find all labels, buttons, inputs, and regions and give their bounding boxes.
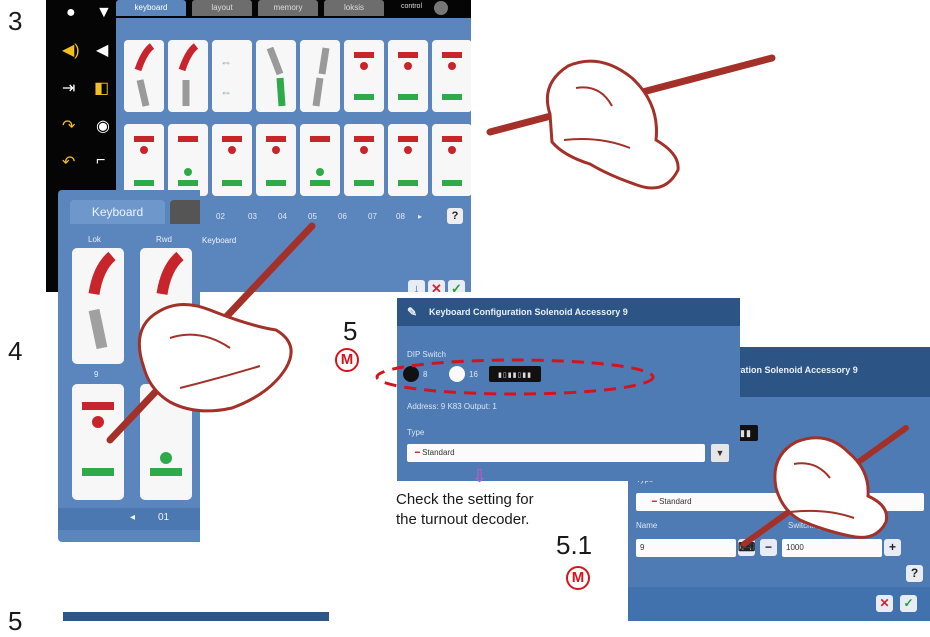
signal-tile-9[interactable] bbox=[124, 124, 164, 196]
step-number-3: 3 bbox=[8, 6, 23, 36]
turnout-tile-1[interactable] bbox=[124, 40, 164, 112]
type-select[interactable]: ━ Standard ▼ bbox=[407, 444, 729, 462]
step-number-5: 5 bbox=[343, 316, 358, 346]
hand-pen-icon bbox=[486, 54, 776, 190]
svg-text:⇔: ⇔ bbox=[220, 85, 232, 99]
whistle-icon[interactable]: ↷ bbox=[62, 116, 75, 136]
label-lok: Lok bbox=[88, 235, 101, 244]
horn-icon[interactable]: ⇥ bbox=[62, 78, 75, 98]
headlight-icon[interactable]: ◧ bbox=[94, 78, 109, 98]
m-button-badge-5: M bbox=[335, 348, 359, 372]
cancel-button[interactable]: ✕ bbox=[428, 280, 445, 292]
decoupler-tile-3[interactable]: ⇔ ⇔ bbox=[212, 40, 252, 112]
signal-tile-15[interactable] bbox=[388, 124, 428, 196]
signal-tile-13[interactable] bbox=[300, 124, 340, 196]
speaker-icon[interactable]: ◀ bbox=[96, 40, 108, 60]
signal-tile-11[interactable] bbox=[212, 124, 252, 196]
down-arrow-button[interactable]: ↓ bbox=[408, 280, 425, 292]
turnout-tile-4[interactable] bbox=[256, 40, 296, 112]
page-08[interactable]: 08 bbox=[396, 212, 405, 221]
prev-page-arrow-icon[interactable]: ◂ bbox=[130, 512, 135, 523]
dialog-title: Keyboard Configuration Solenoid Accessor… bbox=[429, 307, 628, 317]
page-number[interactable]: 01 bbox=[158, 512, 169, 523]
signal-tile-16[interactable] bbox=[432, 124, 471, 196]
type-value: Standard bbox=[422, 448, 455, 457]
svg-text:⇔: ⇔ bbox=[220, 55, 232, 69]
hand-pen-icon-3 bbox=[741, 425, 909, 547]
dialog-title: guration Solenoid Accessory 9 bbox=[726, 365, 858, 375]
step-number-6: 5 bbox=[8, 606, 23, 636]
instruction-note: Check the setting for the turnout decode… bbox=[396, 491, 534, 528]
coupler-icon[interactable]: ⌐ bbox=[96, 152, 105, 170]
page-07[interactable]: 07 bbox=[368, 212, 377, 221]
signal-tile-7[interactable] bbox=[388, 40, 428, 112]
light-icon[interactable]: ● bbox=[66, 4, 76, 22]
dropdown-arrow-icon[interactable]: ▼ bbox=[711, 444, 729, 462]
help-button[interactable]: ? bbox=[906, 565, 923, 582]
down-arrow-icon[interactable]: ▼ bbox=[96, 4, 112, 22]
step-number-5-1: 5.1 bbox=[556, 530, 593, 560]
next-page-arrow-icon[interactable]: ▸ bbox=[418, 212, 422, 221]
wrench-icon: ✎ bbox=[407, 305, 418, 319]
confirm-button[interactable]: ✓ bbox=[448, 280, 465, 292]
turnout-tile-2[interactable] bbox=[168, 40, 208, 112]
action-buttons: ↓ ✕ ✓ bbox=[405, 280, 465, 292]
turnout-tile-5[interactable] bbox=[300, 40, 340, 112]
page-bar: ◂ 01 bbox=[58, 508, 200, 530]
cancel-button[interactable]: ✕ bbox=[876, 595, 893, 612]
signal-tile-14[interactable] bbox=[344, 124, 384, 196]
signal-tile-12[interactable] bbox=[256, 124, 296, 196]
return-icon[interactable]: ↶ bbox=[62, 152, 75, 172]
name-input[interactable]: 9 bbox=[636, 539, 736, 557]
signal-tile-8[interactable] bbox=[432, 40, 471, 112]
control-knob-icon[interactable] bbox=[434, 1, 448, 15]
signal-mini-icon: ━ bbox=[415, 448, 420, 457]
name-label: Name bbox=[636, 521, 658, 530]
dip-highlight-ellipse bbox=[375, 358, 655, 396]
signal-mini-icon: ━ bbox=[652, 497, 657, 506]
sound-icon[interactable]: ◀) bbox=[62, 40, 80, 60]
label-nine: 9 bbox=[94, 370, 99, 379]
tab-memory[interactable]: memory bbox=[258, 0, 318, 16]
help-button[interactable]: ? bbox=[447, 208, 463, 224]
m-button-badge-5-1: M bbox=[566, 566, 590, 590]
tab-layout[interactable]: layout bbox=[192, 0, 252, 16]
screen-5-partial bbox=[63, 612, 329, 621]
control-label: control bbox=[401, 3, 423, 10]
hand-pen-icon-2 bbox=[106, 222, 316, 444]
page-06[interactable]: 06 bbox=[338, 212, 347, 221]
dialog-footer: ✕ ✓ bbox=[628, 587, 930, 621]
down-arrow-icon: ⇩ bbox=[472, 466, 488, 486]
tab-row: keyboard layout memory loksis control bbox=[116, 0, 471, 18]
tab-loksis[interactable]: loksis bbox=[324, 0, 384, 16]
type-label: Type bbox=[407, 428, 425, 437]
address-readout: Address: 9 K83 Output: 1 bbox=[407, 402, 497, 411]
step-number-4: 4 bbox=[8, 336, 23, 366]
eye-icon[interactable]: ◉ bbox=[96, 116, 110, 136]
tab-keyboard[interactable]: keyboard bbox=[116, 0, 186, 16]
function-icon-bar: ● ▼ ◀) ◀ ⇥ ◧ ↷ ◉ ↶ ⌐ bbox=[46, 0, 116, 200]
signal-tile-10[interactable] bbox=[168, 124, 208, 196]
dialog-header: ✎ Keyboard Configuration Solenoid Access… bbox=[397, 298, 740, 326]
type-value: Standard bbox=[659, 497, 692, 506]
signal-tile-6[interactable] bbox=[344, 40, 384, 112]
confirm-button[interactable]: ✓ bbox=[900, 595, 917, 612]
